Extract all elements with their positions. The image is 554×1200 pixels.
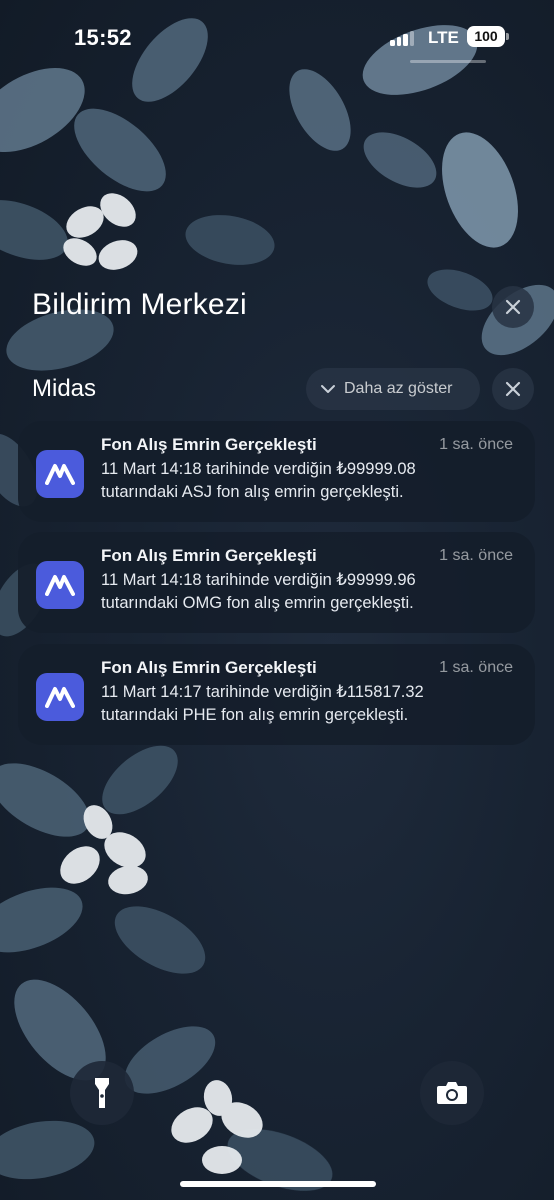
midas-logo-icon — [36, 673, 84, 721]
notification-card[interactable]: Fon Alış Emrin Gerçekleşti 1 sa. önce 11… — [18, 644, 535, 745]
close-icon — [505, 299, 521, 315]
notification-body-line: tutarındaki ASJ fon alış emrin gerçekleş… — [101, 483, 404, 501]
flashlight-button[interactable] — [70, 1061, 134, 1125]
notification-card[interactable]: Fon Alış Emrin Gerçekleşti 1 sa. önce 11… — [18, 421, 535, 522]
notification-card[interactable]: Fon Alış Emrin Gerçekleşti 1 sa. önce 11… — [18, 532, 535, 633]
notification-time: 1 sa. önce — [439, 659, 513, 676]
notification-title: Fon Alış Emrin Gerçekleşti — [101, 435, 317, 454]
status-indicator-bar — [410, 60, 486, 63]
notification-body-line: tutarındaki OMG fon alış emrin gerçekleş… — [101, 594, 414, 612]
notification-body-line: 11 Mart 14:17 tarihinde verdiğin ₺115817… — [101, 683, 424, 701]
close-icon — [505, 381, 521, 397]
notification-title: Fon Alış Emrin Gerçekleşti — [101, 658, 317, 677]
notification-body-line: 11 Mart 14:18 tarihinde verdiğin ₺99999.… — [101, 571, 416, 589]
notification-body-line: tutarındaki PHE fon alış emrin gerçekleş… — [101, 706, 409, 724]
battery-icon: 100 — [467, 26, 505, 47]
show-less-label: Daha az göster — [344, 380, 453, 397]
notification-title: Fon Alış Emrin Gerçekleşti — [101, 546, 317, 565]
notification-time: 1 sa. önce — [439, 547, 513, 564]
status-bar: 15:52 LTE 100 — [0, 0, 554, 70]
flashlight-icon — [95, 1078, 109, 1108]
camera-button[interactable] — [420, 1061, 484, 1125]
clear-group-button[interactable] — [492, 368, 534, 410]
chevron-down-icon — [321, 385, 335, 393]
status-time: 15:52 — [74, 25, 132, 50]
notification-body-line: 11 Mart 14:18 tarihinde verdiğin ₺99999.… — [101, 460, 416, 478]
clear-all-button[interactable] — [492, 286, 534, 328]
home-indicator[interactable] — [180, 1181, 376, 1187]
notification-center-title: Bildirim Merkezi — [32, 288, 247, 321]
battery-tip — [506, 33, 509, 40]
app-group-title: Midas — [32, 375, 97, 402]
midas-logo-icon — [36, 450, 84, 498]
notification-body: 11 Mart 14:17 tarihinde verdiğin ₺115817… — [101, 681, 521, 727]
cellular-signal-icon — [390, 31, 416, 46]
network-type: LTE — [428, 28, 459, 47]
notification-body: 11 Mart 14:18 tarihinde verdiğin ₺99999.… — [101, 458, 521, 504]
midas-logo-icon — [36, 561, 84, 609]
show-less-button[interactable]: Daha az göster — [306, 368, 480, 410]
camera-icon — [437, 1082, 467, 1104]
notification-time: 1 sa. önce — [439, 436, 513, 453]
notification-body: 11 Mart 14:18 tarihinde verdiğin ₺99999.… — [101, 569, 521, 615]
